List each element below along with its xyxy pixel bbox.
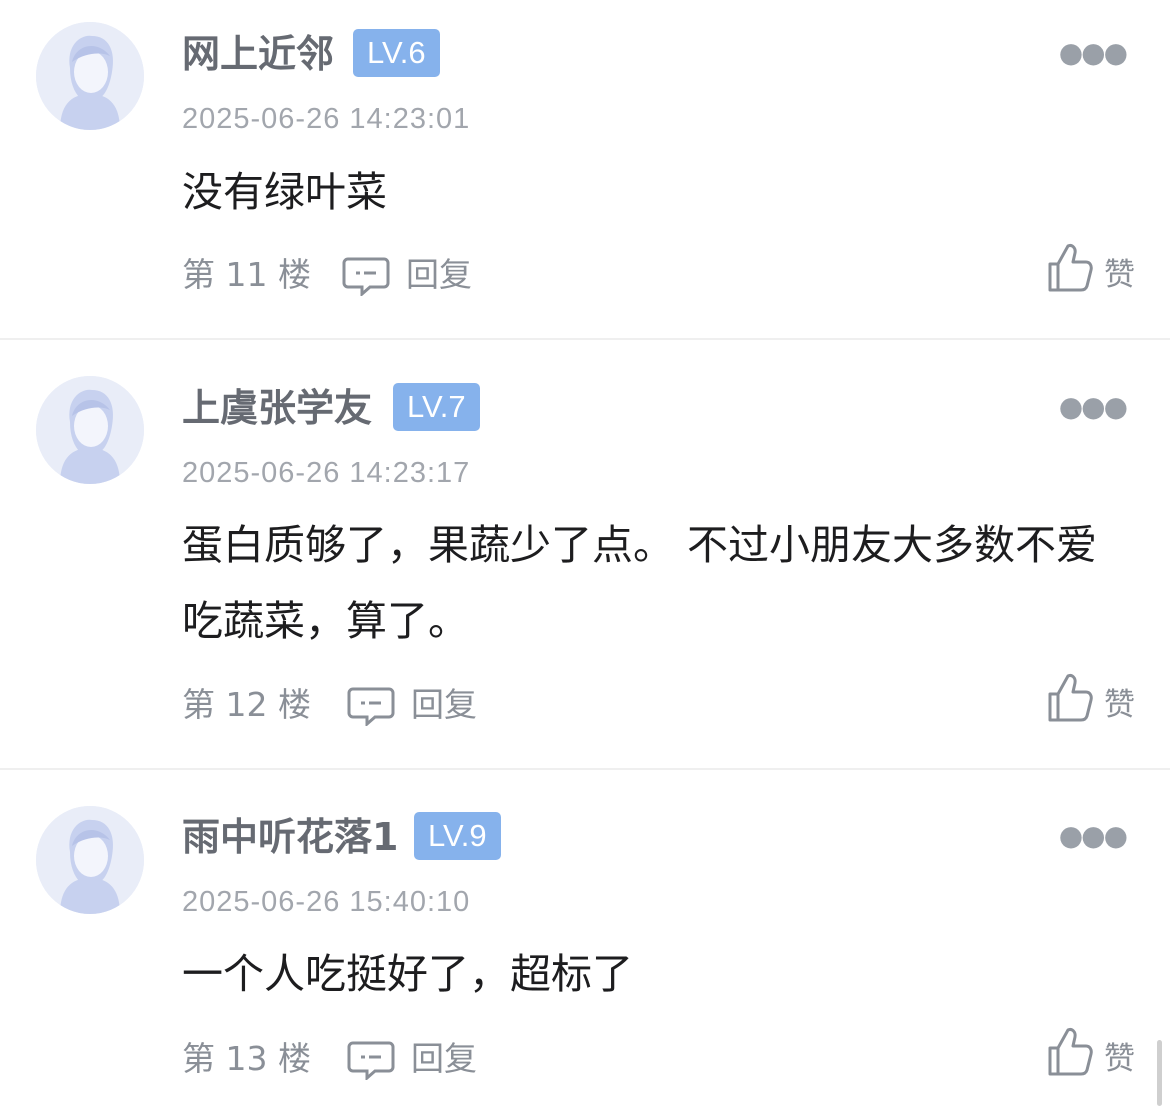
chat-bubble-icon — [347, 687, 395, 726]
comment-text: 一个人吃挺好了，超标了 — [182, 950, 633, 998]
user-avatar-icon — [36, 806, 144, 914]
comment-item: 雨中听花落1 LV.9 ●●● 2025-06-26 15:40:10 一个人吃… — [0, 770, 1170, 1106]
like-button[interactable]: 赞 — [1046, 1026, 1142, 1086]
reply-label: 回复 — [411, 1039, 477, 1078]
chat-bubble-icon — [347, 1041, 395, 1080]
thumbs-up-icon — [1048, 674, 1093, 722]
comment-footer: 第 13 楼 回复 赞 — [182, 1028, 1142, 1084]
user-avatar-icon — [36, 22, 144, 130]
floor-number: 第 12 楼 — [182, 685, 311, 724]
username[interactable]: 网上近邻 — [182, 30, 334, 78]
comment-footer: 第 12 楼 回复 赞 — [182, 674, 1142, 730]
user-avatar-icon — [36, 376, 144, 484]
timestamp: 2025-06-26 14:23:17 — [182, 457, 471, 489]
level-badge: LV.9 — [414, 812, 501, 860]
comment-text: 蛋白质够了，果蔬少了点。 不过小朋友大多数不爱吃蔬菜，算了。 — [182, 521, 1098, 645]
like-button[interactable]: 赞 — [1046, 242, 1142, 302]
scrollbar[interactable] — [1157, 1040, 1162, 1106]
more-dots-icon[interactable]: ●●● — [1059, 36, 1128, 69]
like-label: 赞 — [1104, 687, 1135, 723]
thumbs-up-icon — [1048, 1028, 1093, 1076]
chat-bubble-icon — [342, 257, 390, 296]
avatar[interactable] — [36, 806, 144, 914]
like-label: 赞 — [1104, 257, 1135, 293]
floor-number: 第 13 楼 — [182, 1039, 311, 1078]
comment-item: 网上近邻 LV.6 ●●● 2025-06-26 14:23:01 没有绿叶菜 … — [0, 0, 1170, 338]
reply-label: 回复 — [406, 255, 472, 294]
comment-text: 没有绿叶菜 — [182, 168, 387, 216]
level-badge: LV.7 — [393, 383, 480, 431]
timestamp: 2025-06-26 15:40:10 — [182, 886, 471, 918]
comment-footer: 第 11 楼 回复 赞 — [182, 244, 1142, 300]
username[interactable]: 上虞张学友 — [182, 384, 372, 432]
thumbs-up-icon — [1048, 244, 1093, 292]
avatar[interactable] — [36, 376, 144, 484]
level-badge: LV.6 — [353, 29, 440, 77]
more-dots-icon[interactable]: ●●● — [1059, 390, 1128, 423]
username[interactable]: 雨中听花落1 — [182, 813, 398, 861]
reply-button[interactable]: 回复 — [347, 680, 487, 730]
reply-label: 回复 — [411, 685, 477, 724]
like-button[interactable]: 赞 — [1046, 672, 1142, 732]
timestamp: 2025-06-26 14:23:01 — [182, 103, 471, 135]
reply-button[interactable]: 回复 — [342, 250, 482, 300]
like-label: 赞 — [1104, 1041, 1135, 1077]
more-dots-icon[interactable]: ●●● — [1059, 819, 1128, 852]
avatar[interactable] — [36, 22, 144, 130]
reply-button[interactable]: 回复 — [347, 1034, 487, 1084]
comment-item: 上虞张学友 LV.7 ●●● 2025-06-26 14:23:17 蛋白质够了… — [0, 340, 1170, 768]
floor-number: 第 11 楼 — [182, 255, 311, 294]
